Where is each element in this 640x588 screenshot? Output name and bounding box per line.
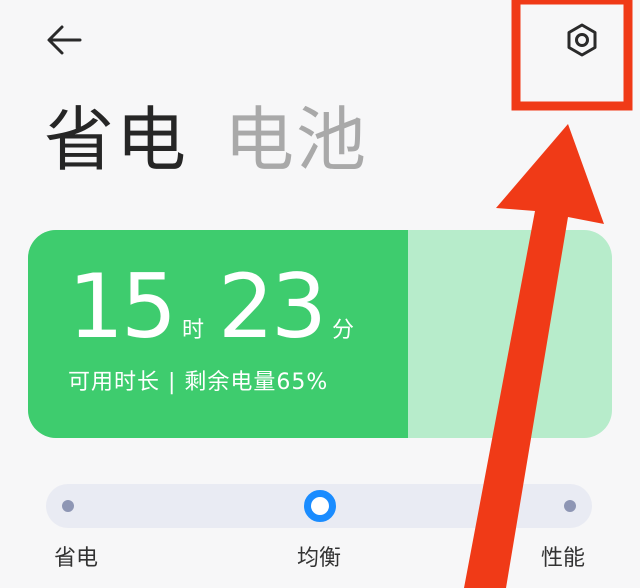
slider-stop-performance[interactable] [564, 500, 576, 512]
back-button[interactable] [44, 20, 84, 60]
minutes-value: 23 [218, 255, 327, 358]
battery-subtitle: 可用时长 | 剩余电量65% [68, 370, 329, 395]
slider-stop-power-saving[interactable] [62, 500, 74, 512]
gear-icon [567, 23, 597, 57]
mode-label-balanced[interactable]: 均衡 [297, 540, 341, 572]
hours-unit: 时 [181, 318, 204, 343]
hours-value: 15 [68, 255, 177, 358]
battery-card: 15 时 23 分 可用时长 | 剩余电量65% [28, 230, 612, 438]
mode-label-performance[interactable]: 性能 [541, 540, 585, 572]
remaining-time: 15 时 23 分 [68, 262, 368, 352]
tab-battery[interactable]: 电池 [224, 100, 368, 180]
minutes-unit: 分 [331, 318, 354, 343]
tab-power-saving[interactable]: 省电 [44, 100, 188, 180]
mode-label-power-saving[interactable]: 省电 [54, 540, 98, 572]
tab-bar: 省电 电池 [44, 100, 368, 180]
settings-button[interactable] [558, 16, 606, 64]
back-arrow-icon [47, 25, 82, 55]
slider-knob[interactable] [304, 490, 336, 522]
performance-mode-slider[interactable] [46, 484, 592, 528]
